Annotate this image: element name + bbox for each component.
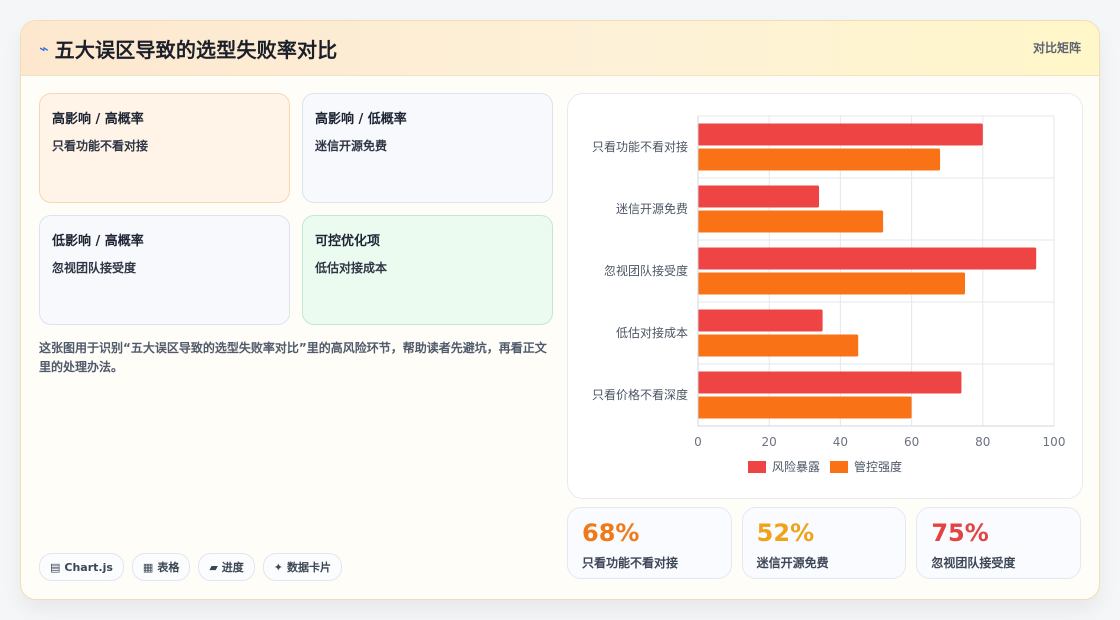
x-tick-label: 20 [762,435,777,449]
tag-data-cards[interactable]: ✦ 数据卡片 [262,553,343,581]
matrix-cell-item: 忽视团队接受度 [52,261,137,275]
tag-chartjs[interactable]: ▤ Chart.js [39,553,124,581]
dashboard-frame: ⌁ 五大误区导致的选型失败率对比 对比矩阵 高影响 / 高概率 只看功能不看对接… [20,20,1100,600]
tag-table[interactable]: ▦ 表格 [131,553,191,581]
bar [698,371,962,394]
tag-label: Chart.js [64,560,113,574]
stat-card: 52% 迷信开源免费 [741,507,907,579]
stat-value: 52% [756,519,815,547]
stat-value: 75% [931,519,989,547]
bar [698,272,965,295]
sparkle-icon: ✦ [273,560,284,574]
matrix-description: 这张图用于识别“五大误区导致的选型失败率对比”里的高风险环节，帮助读者先避坑，再… [39,341,547,374]
stats-row: 68% 只看功能不看对接 52% 迷信开源免费 75% 忽视团队接受度 [567,507,1082,579]
matrix-cell-high-impact-low-probability: 高影响 / 低概率 迷信开源免费 [302,93,553,203]
bar [698,123,983,146]
x-tick-label: 80 [975,435,990,449]
risk-matrix: 高影响 / 高概率 只看功能不看对接 高影响 / 低概率 迷信开源免费 低影响 … [39,93,553,325]
x-tick-label: 60 [904,435,919,449]
y-tick-label: 只看价格不看深度 [592,387,688,402]
stat-label: 迷信开源免费 [756,556,829,570]
x-tick-label: 40 [833,435,848,449]
stat-label: 只看功能不看对接 [582,556,679,570]
bar [698,309,823,332]
x-tick-label: 0 [694,435,702,449]
stat-card: 75% 忽视团队接受度 [916,507,1082,579]
bar [698,148,941,171]
stat-card: 68% 只看功能不看对接 [567,507,732,579]
table-icon: ▦ [142,560,154,574]
matrix-cell-heading: 高影响 / 低概率 [315,112,407,127]
bar [698,247,1037,270]
tag-label: 表格 [157,561,180,574]
matrix-cell-item: 只看功能不看对接 [52,139,149,153]
bar-chart: 0 20 40 60 80 100 只看功能不看对接迷信开源免费忽视团队接受度低估对接成本只… [592,115,1066,474]
bolt-icon: ⌁ [39,38,49,58]
y-tick-label: 只看功能不看对接 [592,139,688,154]
matrix-cell-item: 迷信开源免费 [315,139,388,153]
matrix-cell-item: 低估对接成本 [315,261,388,275]
matrix-cell-heading: 高影响 / 高概率 [52,112,144,127]
matrix-cell-controllable-optimization: 可控优化项 低估对接成本 [302,215,553,325]
progress-icon: ▰ [209,560,218,574]
stat-value: 68% [582,519,640,547]
chart-icon: ▤ [50,560,61,574]
legend-label: 风险暴露 [772,459,820,474]
bar [698,210,884,233]
bar [698,334,859,357]
header: ⌁ 五大误区导致的选型失败率对比 对比矩阵 [21,21,1099,76]
matrix-cell-high-impact-high-probability: 高影响 / 高概率 只看功能不看对接 [39,93,290,203]
legend-swatch [830,461,848,473]
matrix-cell-heading: 低影响 / 高概率 [52,234,144,249]
tag-label: 进度 [221,561,244,574]
bar [698,185,820,208]
x-tick-label: 100 [1043,435,1066,449]
tag-list: ▤ Chart.js ▦ 表格 ▰ 进度 ✦ 数据卡片 [39,553,343,581]
matrix-panel: 高影响 / 高概率 只看功能不看对接 高影响 / 低概率 迷信开源免费 低影响 … [39,93,553,377]
tag-progress[interactable]: ▰ 进度 [198,553,255,581]
bar [698,396,912,419]
legend-label: 管控强度 [854,459,902,474]
stat-label: 忽视团队接受度 [931,556,1016,570]
legend-swatch [748,461,766,473]
y-tick-label: 忽视团队接受度 [604,263,688,278]
matrix-cell-low-impact-high-probability: 低影响 / 高概率 忽视团队接受度 [39,215,290,325]
tag-label: 数据卡片 [287,561,332,574]
chart-card: 0 20 40 60 80 100 只看功能不看对接迷信开源免费忽视团队接受度低估对接成本只… [567,93,1083,499]
y-tick-label: 低估对接成本 [616,325,688,340]
matrix-label: 对比矩阵 [1032,41,1081,55]
y-tick-label: 迷信开源免费 [616,201,688,216]
page-title: 五大误区导致的选型失败率对比 [54,37,338,62]
matrix-cell-heading: 可控优化项 [315,234,381,249]
